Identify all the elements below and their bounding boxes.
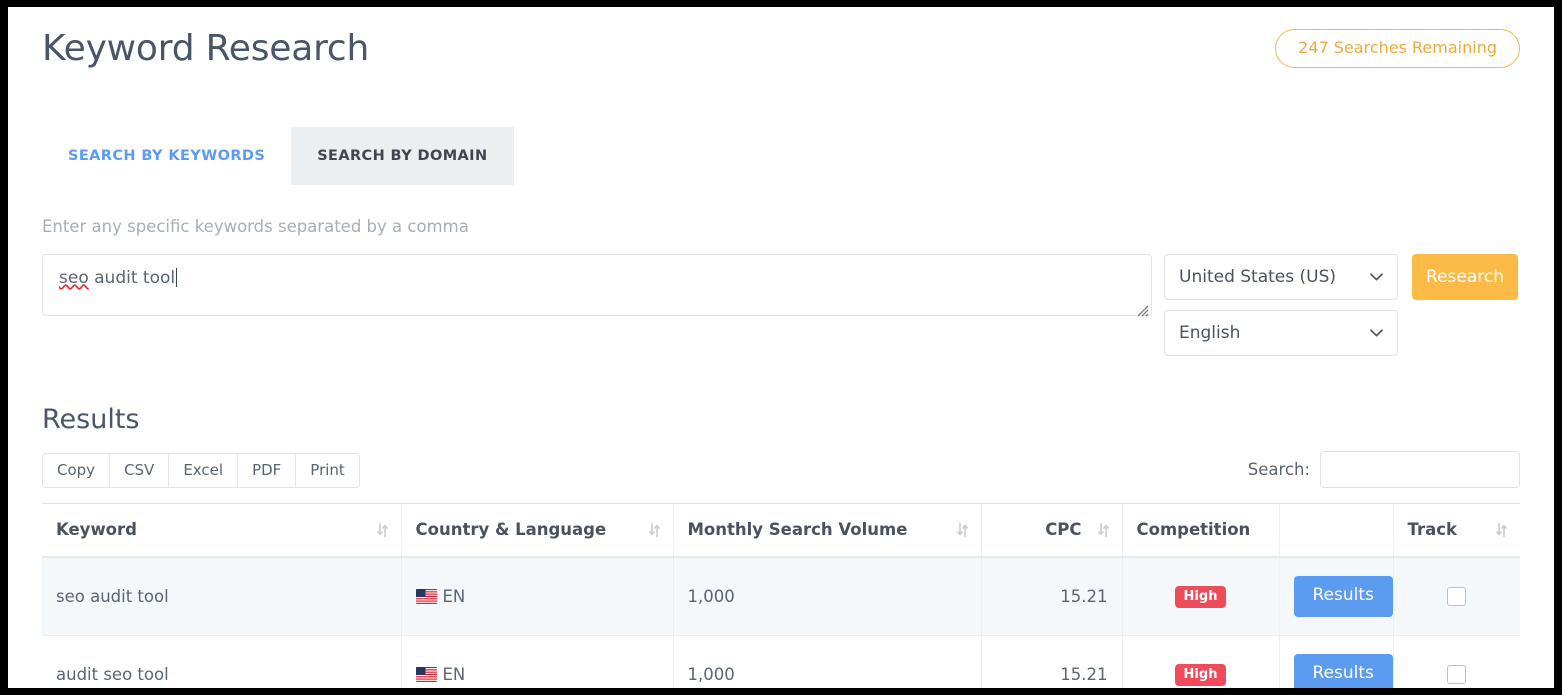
- print-button[interactable]: Print: [296, 454, 359, 487]
- chevron-down-icon: [1370, 329, 1383, 337]
- country-select[interactable]: United States (US): [1164, 254, 1398, 300]
- cell-cpc: 15.21: [981, 557, 1122, 635]
- keyword-instruction-label: Enter any specific keywords separated by…: [42, 217, 1520, 237]
- sort-icon: [377, 523, 388, 538]
- row-results-button[interactable]: Results: [1294, 576, 1393, 617]
- sort-icon: [649, 523, 660, 538]
- track-checkbox[interactable]: [1447, 587, 1466, 606]
- competition-badge: High: [1175, 586, 1227, 608]
- locale-selects: United States (US) English: [1164, 254, 1398, 356]
- research-button[interactable]: Research: [1412, 254, 1518, 300]
- cell-track: [1393, 557, 1520, 635]
- tab-search-by-keywords[interactable]: Search by Keywords: [42, 127, 291, 185]
- keyword-results-table: Keyword Country & Language Monthly Searc…: [42, 503, 1520, 688]
- table-search-input[interactable]: [1320, 451, 1520, 488]
- column-header-action: [1279, 504, 1393, 558]
- pdf-button[interactable]: PDF: [238, 454, 296, 487]
- sort-icon: [957, 523, 968, 538]
- table-row: seo audit tool: [42, 557, 1520, 635]
- column-header-competition[interactable]: Competition: [1122, 504, 1279, 558]
- csv-button[interactable]: CSV: [110, 454, 169, 487]
- column-label: Competition: [1137, 520, 1251, 539]
- column-header-cpc[interactable]: CPC: [981, 504, 1122, 558]
- language-select-value: English: [1179, 323, 1240, 343]
- search-mode-tabs: Search by Keywords Search by Domain: [42, 127, 1520, 185]
- tab-search-by-domain[interactable]: Search by Domain: [291, 127, 513, 185]
- page-title: Keyword Research: [42, 27, 369, 70]
- column-header-monthly-search-volume[interactable]: Monthly Search Volume: [673, 504, 981, 558]
- table-toolbar: Copy CSV Excel PDF Print Search:: [42, 453, 1520, 487]
- language-select[interactable]: English: [1164, 310, 1398, 356]
- table-header-row: Keyword Country & Language Monthly Searc…: [42, 504, 1520, 558]
- table-row: audit seo tool: [42, 635, 1520, 688]
- cell-action: Results: [1279, 635, 1393, 688]
- chevron-down-icon: [1370, 273, 1383, 281]
- track-checkbox[interactable]: [1447, 665, 1466, 684]
- cell-volume: 1,000: [673, 557, 981, 635]
- column-label: Country & Language: [416, 520, 607, 539]
- sort-icon: [1496, 523, 1507, 538]
- page-header: Keyword Research 247 Searches Remaining: [42, 7, 1520, 103]
- column-label: Monthly Search Volume: [688, 520, 908, 539]
- column-header-country-language[interactable]: Country & Language: [401, 504, 673, 558]
- column-header-keyword[interactable]: Keyword: [42, 504, 401, 558]
- cell-volume: 1,000: [673, 635, 981, 688]
- export-button-group: Copy CSV Excel PDF Print: [42, 453, 360, 488]
- searches-remaining-badge: 247 Searches Remaining: [1275, 29, 1520, 68]
- cell-keyword: audit seo tool: [42, 635, 401, 688]
- table-search-label: Search:: [1248, 460, 1310, 479]
- cell-country-language: EN: [401, 635, 673, 688]
- keyword-input[interactable]: [42, 254, 1152, 316]
- column-label: Track: [1408, 520, 1457, 539]
- competition-badge: High: [1175, 664, 1227, 686]
- cell-action: Results: [1279, 557, 1393, 635]
- row-results-button[interactable]: Results: [1294, 654, 1393, 688]
- keyword-textarea-wrap: seo audit tool: [42, 254, 1152, 320]
- cell-language-code: EN: [443, 665, 466, 684]
- cell-language-code: EN: [443, 587, 466, 606]
- sort-icon: [1098, 523, 1109, 538]
- copy-button[interactable]: Copy: [43, 454, 110, 487]
- cell-track: [1393, 635, 1520, 688]
- column-label: Keyword: [56, 520, 137, 539]
- column-header-track[interactable]: Track: [1393, 504, 1520, 558]
- table-search-box: Search:: [1248, 451, 1520, 488]
- excel-button[interactable]: Excel: [169, 454, 238, 487]
- app-window: Keyword Research 247 Searches Remaining …: [8, 7, 1554, 688]
- cell-keyword: seo audit tool: [42, 557, 401, 635]
- search-form-row: seo audit tool United States (US) Englis…: [42, 254, 1520, 356]
- cell-competition: High: [1122, 635, 1279, 688]
- us-flag-icon: [416, 589, 437, 604]
- cell-cpc: 15.21: [981, 635, 1122, 688]
- cell-country-language: EN: [401, 557, 673, 635]
- cell-competition: High: [1122, 557, 1279, 635]
- country-select-value: United States (US): [1179, 267, 1336, 287]
- us-flag-icon: [416, 667, 437, 682]
- results-heading: Results: [42, 404, 1520, 436]
